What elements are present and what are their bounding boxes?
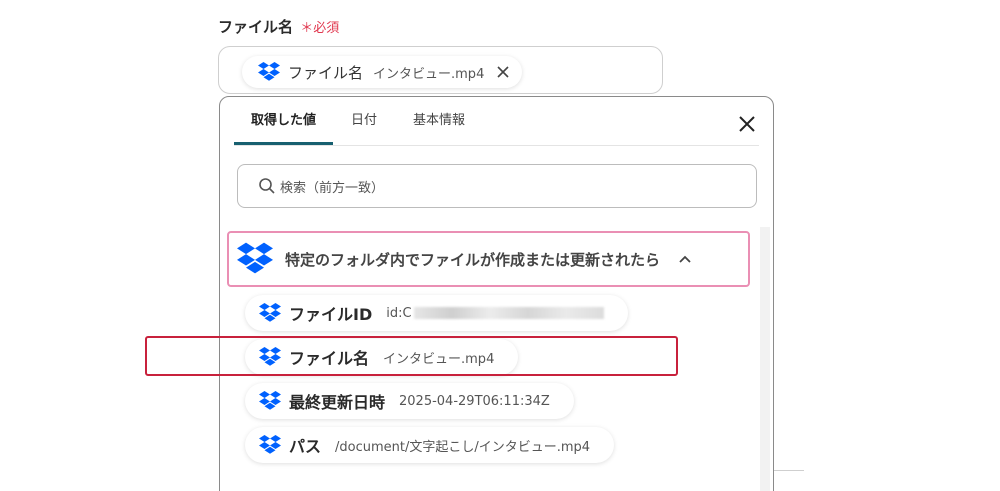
search-placeholder: 検索（前方一致） bbox=[280, 180, 385, 196]
redacted-value bbox=[413, 307, 604, 319]
field-label: ファイル名 ＊必須 bbox=[218, 16, 339, 37]
item-value: /document/文字起こし/インタビュー.mp4 bbox=[335, 439, 591, 455]
list-item-path[interactable]: パス /document/文字起こし/インタビュー.mp4 bbox=[245, 427, 615, 463]
dropbox-icon bbox=[259, 391, 281, 411]
list-item-last-modified[interactable]: 最終更新日時 2025-04-29T06:11:34Z bbox=[245, 383, 574, 419]
search-icon bbox=[259, 178, 275, 194]
dropbox-icon bbox=[258, 62, 280, 82]
chevron-up-icon[interactable] bbox=[678, 252, 692, 266]
scrollbar[interactable] bbox=[760, 227, 770, 491]
dropbox-icon bbox=[259, 435, 281, 455]
item-label: パス bbox=[289, 437, 322, 456]
field-label-text: ファイル名 bbox=[218, 18, 294, 36]
search-input[interactable]: 検索（前方一致） bbox=[237, 164, 757, 208]
tab-date[interactable]: 日付 bbox=[333, 97, 395, 145]
highlight-box bbox=[145, 336, 678, 376]
dropbox-icon bbox=[237, 242, 273, 276]
remove-chip-icon[interactable] bbox=[496, 65, 510, 79]
item-value: id:C bbox=[386, 305, 412, 321]
divider bbox=[774, 470, 804, 471]
item-label: 最終更新日時 bbox=[289, 393, 386, 412]
dropbox-icon bbox=[259, 303, 281, 323]
chip-label: ファイル名 bbox=[288, 63, 364, 82]
tab-bar: 取得した値 日付 基本情報 bbox=[234, 97, 483, 145]
tab-basic-info[interactable]: 基本情報 bbox=[395, 97, 483, 145]
tab-acquired-values[interactable]: 取得した値 bbox=[234, 97, 334, 145]
section-title: 特定のフォルダ内でファイルが作成または更新されたら bbox=[285, 250, 661, 269]
required-mark: ＊必須 bbox=[300, 21, 340, 36]
trigger-section-header[interactable]: 特定のフォルダ内でファイルが作成または更新されたら bbox=[227, 231, 750, 287]
item-label: ファイルID bbox=[289, 305, 373, 324]
close-icon[interactable] bbox=[737, 114, 757, 134]
selected-value-chip[interactable]: ファイル名 インタビュー.mp4 bbox=[242, 56, 523, 88]
tab-divider bbox=[234, 145, 759, 146]
item-value: 2025-04-29T06:11:34Z bbox=[399, 393, 550, 409]
list-item-file-id[interactable]: ファイルID id:C bbox=[245, 295, 628, 331]
chip-value: インタビュー.mp4 bbox=[373, 66, 485, 82]
